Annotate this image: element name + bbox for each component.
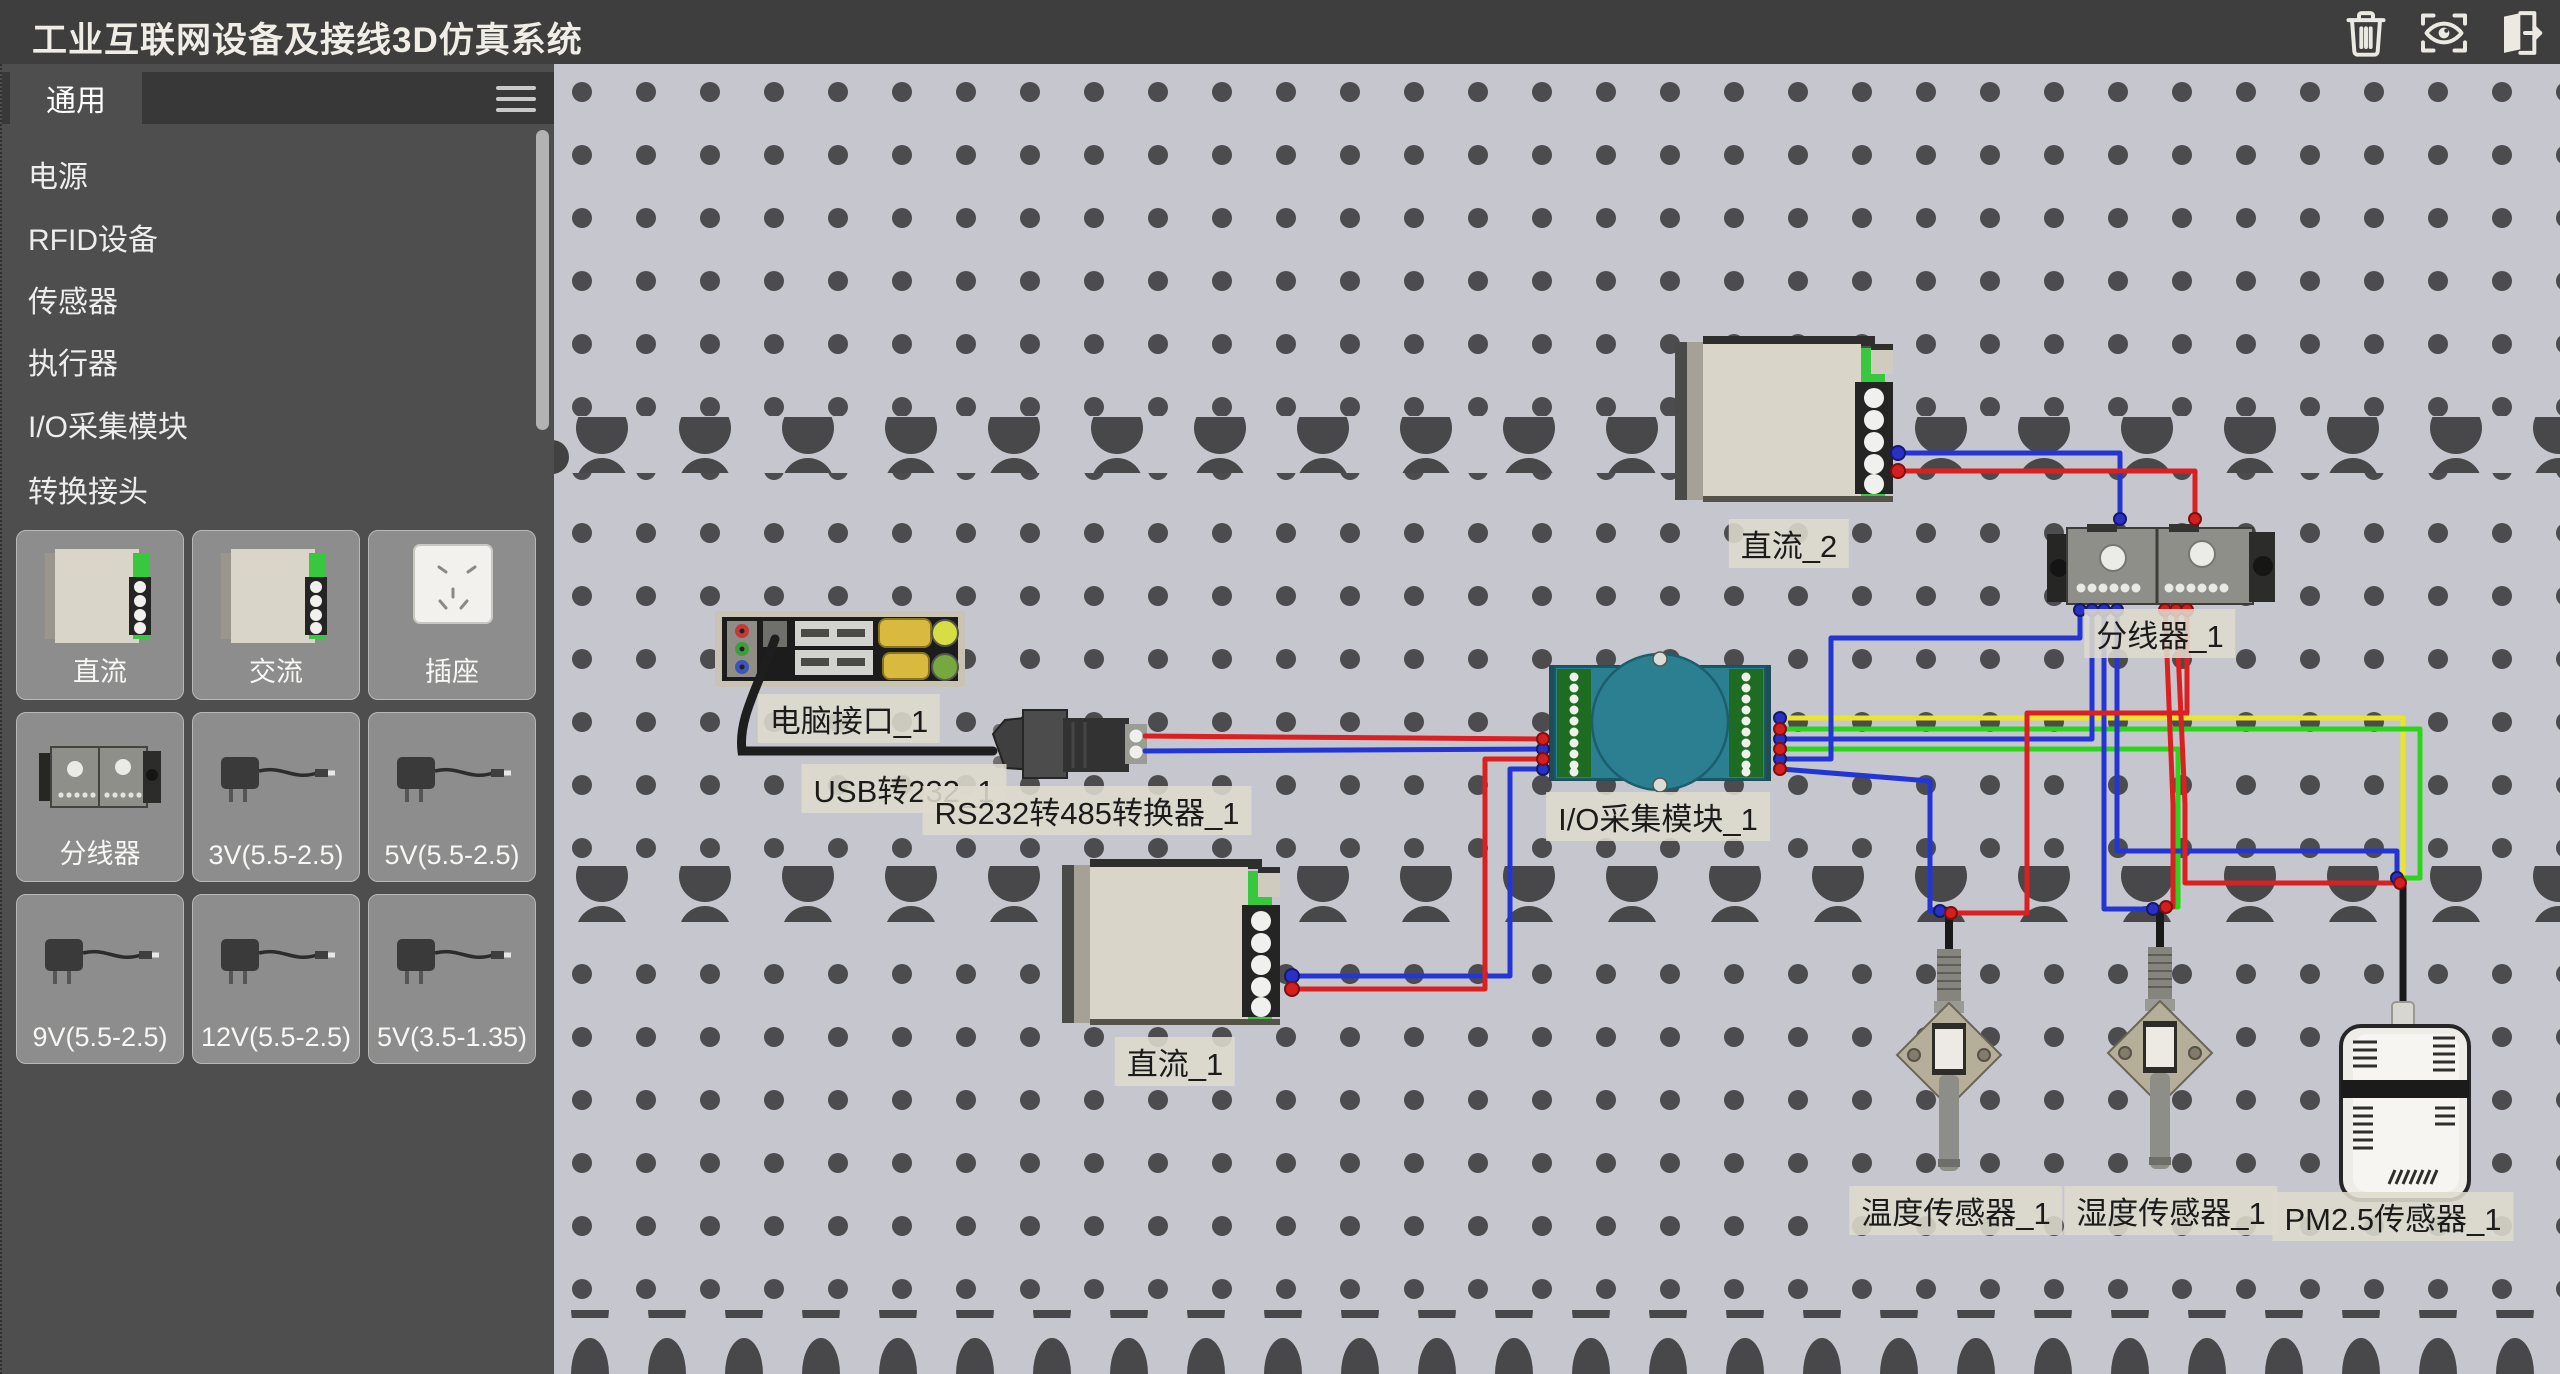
wire-red: [1145, 736, 1543, 739]
device-label: 直流_2: [1729, 519, 1849, 568]
palette-item-socket[interactable]: 插座: [368, 530, 536, 700]
sidebar-scrollbar[interactable]: [536, 130, 549, 430]
trash-icon[interactable]: [2338, 5, 2394, 61]
app-title: 工业互联网设备及接线3D仿真系统: [32, 12, 583, 63]
sidebar-item-sensor[interactable]: 传感器: [28, 277, 118, 321]
sidebar-tabstrip: 通用: [2, 72, 554, 124]
device-label: 湿度传感器_1: [2064, 1186, 2277, 1235]
device-label: 电脑接口_1: [758, 694, 940, 743]
top-bar: 工业互联网设备及接线3D仿真系统: [0, 0, 2560, 64]
adapter-thumb: [369, 901, 535, 1019]
palette-item-label: 12V(5.5-2.5): [193, 1022, 359, 1053]
palette-item-label: 分线器: [17, 832, 183, 871]
palette-item-dc[interactable]: 直流: [16, 530, 184, 700]
splitter-thumb: [17, 719, 183, 837]
palette-item-label: 交流: [193, 650, 359, 689]
device-dc-power-2[interactable]: [1675, 336, 1893, 502]
sidebar-item-io-module[interactable]: I/O采集模块: [28, 402, 188, 446]
device-splitter-1[interactable]: [2047, 524, 2275, 604]
device-label: RS232转485转换器_1: [923, 786, 1252, 835]
sidebar: 通用 电源 RFID设备 传感器 执行器 I/O采集模块 转换接头 直流 交流: [0, 64, 554, 1374]
palette-item-label: 3V(5.5-2.5): [193, 840, 359, 871]
palette-item-12v[interactable]: 12V(5.5-2.5): [192, 894, 360, 1064]
sidebar-item-converter[interactable]: 转换接头: [28, 467, 148, 511]
palette-item-3v[interactable]: 3V(5.5-2.5): [192, 712, 360, 882]
dc-power-thumb: [17, 537, 183, 655]
palette-item-ac[interactable]: 交流: [192, 530, 360, 700]
palette-item-label: 插座: [369, 650, 535, 689]
simulation-canvas[interactable]: 直流_2 分线器_1 电脑接口_1 USB转232_1 RS232转485转换器…: [552, 64, 2560, 1374]
ac-power-thumb: [193, 537, 359, 655]
sidebar-item-power[interactable]: 电源: [28, 152, 88, 196]
socket-thumb: [369, 537, 535, 655]
sidebar-item-rfid[interactable]: RFID设备: [28, 215, 158, 259]
app-window: 工业互联网设备及接线3D仿真系统: [0, 0, 2560, 1374]
device-rs232-485-converter-1[interactable]: [993, 710, 1147, 778]
palette-item-label: 5V(3.5-1.35): [369, 1022, 535, 1053]
sidebar-item-actuator[interactable]: 执行器: [28, 339, 118, 383]
adapter-thumb: [17, 901, 183, 1019]
device-label: 分线器_1: [2084, 609, 2235, 658]
tab-general[interactable]: 通用: [10, 72, 142, 124]
device-dc-power-1[interactable]: [1062, 859, 1280, 1025]
palette-item-splitter[interactable]: 分线器: [16, 712, 184, 882]
exit-icon[interactable]: [2490, 5, 2546, 61]
adapter-thumb: [193, 901, 359, 1019]
device-io-module-1[interactable]: [1549, 652, 1771, 792]
view-scan-icon[interactable]: [2416, 5, 2472, 61]
adapter-thumb: [369, 719, 535, 837]
wire-blue: [1145, 749, 1543, 751]
menu-icon[interactable]: [496, 86, 536, 112]
adapter-thumb: [193, 719, 359, 837]
palette-item-9v[interactable]: 9V(5.5-2.5): [16, 894, 184, 1064]
palette-item-5v-135[interactable]: 5V(3.5-1.35): [368, 894, 536, 1064]
device-label: PM2.5传感器_1: [2272, 1192, 2513, 1241]
palette-item-5v[interactable]: 5V(5.5-2.5): [368, 712, 536, 882]
device-label: I/O采集模块_1: [1546, 792, 1770, 841]
palette-item-label: 9V(5.5-2.5): [17, 1022, 183, 1053]
palette-item-label: 5V(5.5-2.5): [369, 840, 535, 871]
device-label: 温度传感器_1: [1849, 1186, 2062, 1235]
palette-item-label: 直流: [17, 650, 183, 689]
device-pc-panel-1[interactable]: [715, 611, 965, 687]
device-label: 直流_1: [1115, 1037, 1235, 1086]
